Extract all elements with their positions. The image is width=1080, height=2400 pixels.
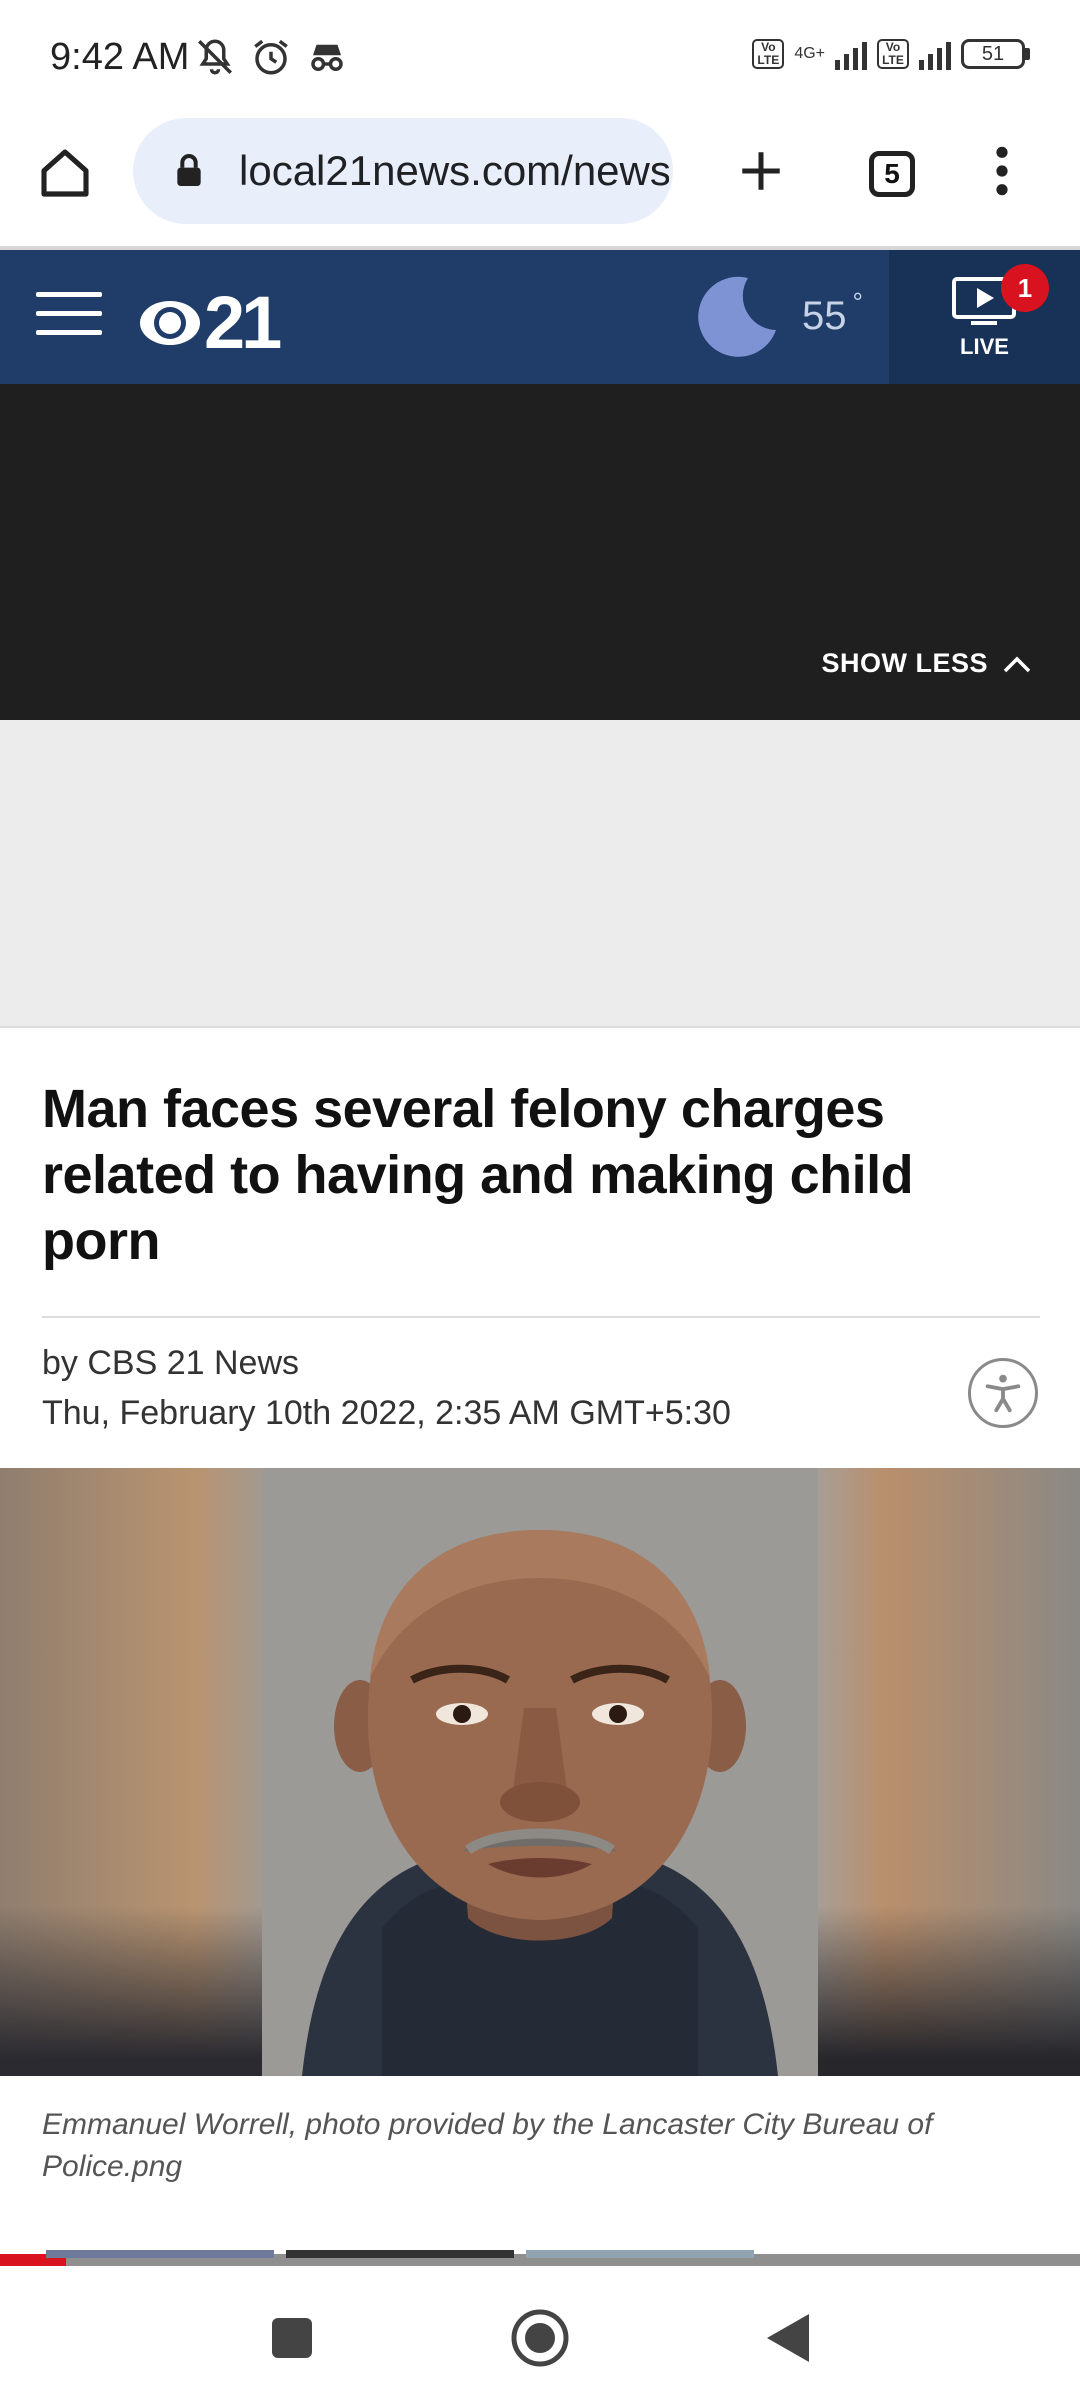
menu-button[interactable] (36, 292, 102, 342)
more-vert-icon (996, 146, 1008, 196)
show-less-button[interactable]: SHOW LESS (821, 648, 1032, 679)
home-nav-button[interactable] (510, 2308, 570, 2368)
mute-bell-icon (198, 39, 232, 75)
cbs21-logo[interactable]: 21 (138, 280, 282, 365)
headline-divider (42, 1316, 1040, 1318)
url-text: local21news.com/news/local/man-faces-sev… (239, 147, 669, 194)
home-icon (41, 149, 89, 197)
back-triangle-icon (767, 2314, 809, 2362)
alarm-icon (254, 39, 288, 75)
network-type-label: 4G+ (794, 45, 825, 62)
signal-strength-icon (835, 38, 867, 70)
article-byline: by CBS 21 News (42, 1344, 299, 1382)
back-button[interactable] (758, 2308, 818, 2368)
lock-icon (177, 154, 201, 186)
home-button[interactable] (32, 140, 98, 206)
browser-toolbar: local21news.com/news/local/man-faces-sev… (0, 118, 1080, 248)
accessibility-button[interactable] (968, 1358, 1038, 1428)
signal-strength-icon-2 (919, 38, 951, 70)
system-navigation-bar (0, 2268, 1080, 2400)
weather-widget[interactable]: 55 ° (696, 274, 863, 358)
live-button[interactable]: 1 LIVE (889, 250, 1080, 384)
ad-placeholder (0, 720, 1080, 1028)
moon-icon (698, 276, 776, 357)
article-date: Thu, February 10th 2022, 2:35 AM GMT+5:3… (42, 1394, 731, 1432)
address-bar[interactable]: local21news.com/news/local/man-faces-sev… (133, 118, 673, 224)
battery-icon: 51 (961, 39, 1030, 69)
mugshot-image (262, 1468, 818, 2076)
status-bar: 9:42 AM Vo LTE 4G+ Vo LTE 51 (0, 0, 1080, 118)
status-system-icons: Vo LTE 4G+ Vo LTE 51 (752, 38, 1030, 70)
accessibility-icon (985, 1374, 1021, 1413)
cbs-eye-icon (140, 300, 200, 345)
live-label: LIVE (960, 334, 1009, 359)
battery-level: 51 (961, 39, 1025, 69)
volte-icon: Vo LTE (752, 39, 785, 69)
site-header: 21 55 ° 1 LIVE (0, 250, 1080, 384)
status-time: 9:42 AM (50, 36, 190, 78)
related-stories-strip (0, 2250, 1080, 2266)
tab-switcher-button[interactable]: 5 (862, 144, 922, 204)
article-headline: Man faces several felony charges related… (42, 1079, 914, 1271)
new-tab-button[interactable] (728, 138, 794, 204)
live-notification-badge: 1 (1001, 264, 1049, 312)
new-tab-icon (742, 152, 780, 190)
chevron-up-icon (1003, 656, 1031, 672)
photo-caption: Emmanuel Worrell, photo provided by the … (42, 2108, 933, 2183)
show-less-label: SHOW LESS (821, 648, 988, 678)
menu-icon (36, 292, 102, 297)
volte-icon-2: Vo LTE (877, 39, 909, 69)
logo-text: 21 (204, 281, 282, 364)
recents-square-icon (272, 2318, 312, 2358)
status-notification-icons (194, 36, 348, 78)
recents-button[interactable] (262, 2308, 322, 2368)
article-photo[interactable] (0, 1468, 1080, 2076)
video-player-area: SHOW LESS (0, 384, 1080, 720)
incognito-icon (311, 44, 343, 71)
degree-symbol: ° (852, 286, 863, 317)
home-circle-icon (511, 2309, 569, 2367)
weather-temperature: 55 (802, 293, 847, 338)
browser-menu-button[interactable] (972, 138, 1032, 204)
tab-count: 5 (869, 151, 915, 197)
